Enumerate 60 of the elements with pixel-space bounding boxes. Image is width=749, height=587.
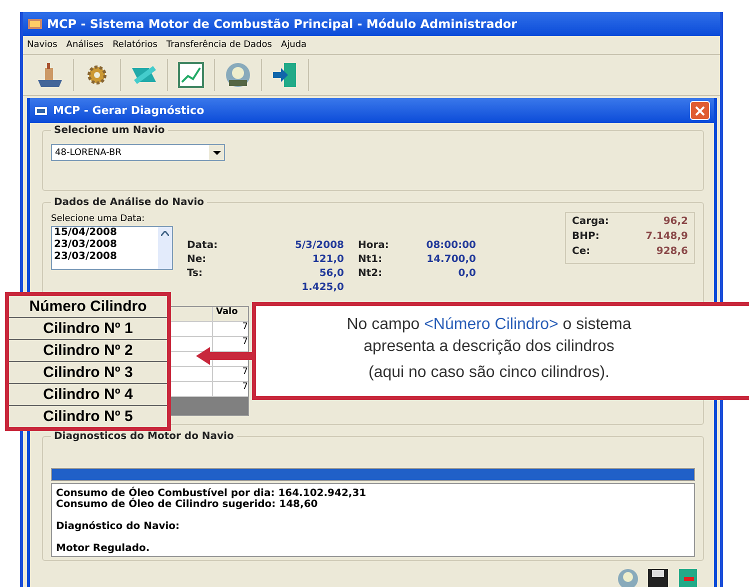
date-item[interactable]: 23/03/2008 [54, 239, 158, 251]
close-button[interactable] [690, 101, 710, 120]
scroll-up-icon [161, 231, 169, 236]
menu-item[interactable]: Navios [27, 40, 58, 50]
table-cell: 7 [242, 382, 248, 392]
menu-item[interactable]: Análises [66, 40, 104, 50]
field-value: 08:00:00 [425, 240, 476, 250]
field-label: Data: [187, 240, 218, 250]
menu-item[interactable]: Ajuda [280, 40, 307, 50]
scrollbar[interactable] [158, 227, 172, 269]
app-icon [27, 17, 43, 31]
field-value: 56,0 [318, 268, 344, 278]
summary-label: Ce: [572, 246, 590, 259]
exit-icon[interactable] [676, 567, 700, 587]
summary-label: BHP: [572, 231, 600, 244]
summary-value: 96,2 [663, 216, 688, 229]
menu-item[interactable]: Relatórios [112, 40, 158, 50]
dialog-icon [34, 104, 48, 116]
field-label: Ne: [187, 254, 206, 264]
ship-dropdown[interactable]: 48-LORENA-BR [51, 144, 225, 161]
table-cell: Cilindro Nº 3 [9, 362, 167, 384]
group-legend: Dados de Análise do Navio [51, 197, 208, 208]
field-value: 5/3/2008 [294, 240, 344, 250]
summary-value: 928,6 [656, 246, 688, 259]
dialog-title: MCP - Gerar Diagnóstico [53, 104, 206, 117]
group-legend: Diagnosticos do Motor do Navio [51, 431, 237, 442]
table-cell: 7 [242, 337, 248, 347]
group-legend: Selecione um Navio [51, 125, 168, 136]
table-cell: Cilindro Nº 1 [9, 318, 167, 340]
save-icon[interactable] [646, 567, 670, 587]
table-cell: Cilindro Nº 2 [9, 340, 167, 362]
summary-value: 7.148,9 [646, 231, 688, 244]
callout-text: No campo <Número Cilindro> o sistema [346, 315, 632, 335]
caret-icon [212, 150, 220, 154]
field-value: 121,0 [311, 254, 344, 264]
table-cell-text: Cilindro Nº 5 [42, 407, 134, 427]
field-label: Nt1: [358, 254, 382, 264]
menu-item[interactable]: Transferência de Dados [166, 40, 272, 50]
table-cell: Cilindro Nº 4 [9, 384, 167, 406]
column-header: Valo [215, 307, 239, 319]
field-value: 1.425,0 [300, 282, 344, 292]
field-value: 0,0 [457, 268, 476, 278]
diagnosis-line: Consumo de Óleo Combustível por dia: 164.102.942,31 [56, 488, 368, 499]
diagnosis-line: Diagnóstico do Navio: [56, 521, 181, 532]
callout-text: apresenta a descrição dos cilindros [364, 337, 614, 357]
field-label: Ts: [187, 268, 202, 278]
table-cell: 7 [242, 322, 248, 332]
date-item[interactable]: 15/04/2008 [54, 227, 158, 239]
field-value: 14.700,0 [426, 254, 476, 264]
table-cell: 7 [242, 367, 248, 377]
window-title: MCP - Sistema Motor de Combustão Principal - Módulo Administrador [47, 17, 518, 31]
callout-text: (aqui no caso são cinco cilindros). [368, 363, 610, 383]
date-item[interactable]: 23/03/2008 [54, 251, 158, 263]
diagnosis-line: Consumo de Óleo de Cilindro sugerido: 148,60 [56, 499, 319, 510]
field-label: Nt2: [358, 268, 382, 278]
field-label: Selecione uma Data: [51, 214, 146, 224]
field-label: Hora: [358, 240, 389, 250]
diagnosis-line: Motor Regulado. [56, 543, 151, 554]
close-icon [695, 106, 705, 116]
summary-label: Carga: [572, 216, 609, 229]
